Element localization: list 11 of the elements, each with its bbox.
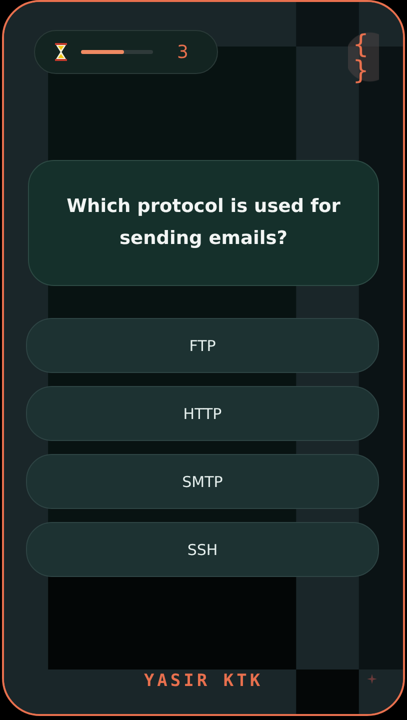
answer-option[interactable]: SMTP (26, 454, 379, 509)
sparkle-icon (367, 674, 377, 684)
timer-count: 3 (177, 42, 188, 62)
answer-option[interactable]: FTP (26, 318, 379, 373)
author-name: YASIR KTK (144, 671, 264, 691)
answer-option[interactable]: SSH (26, 522, 379, 577)
timer-bar (81, 50, 153, 54)
question-text: Which protocol is used for sending emails? (66, 195, 342, 251)
answer-option[interactable]: HTTP (26, 386, 379, 441)
brace-logo: { } (348, 30, 379, 84)
hourglass-icon (55, 43, 67, 61)
